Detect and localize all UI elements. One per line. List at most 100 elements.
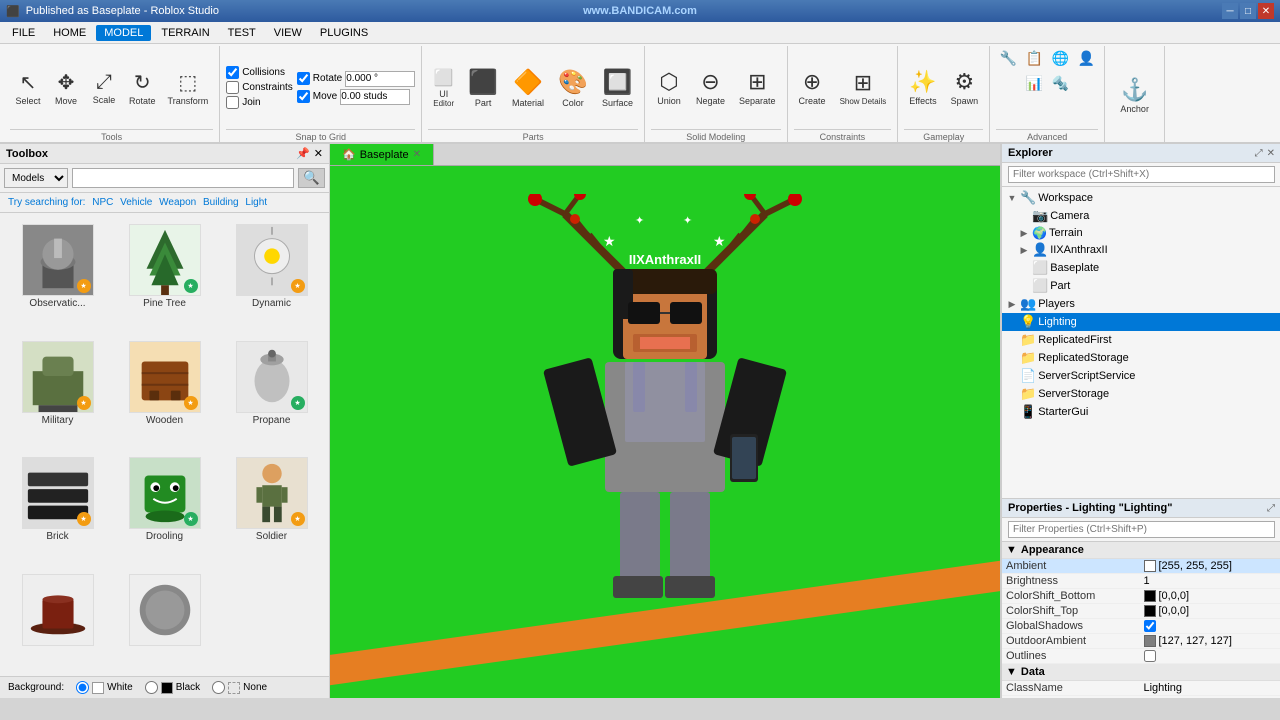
explorer-expand-button[interactable]: ⤢: [1255, 148, 1263, 159]
outlines-checkbox[interactable]: [1144, 650, 1156, 662]
menu-model[interactable]: MODEL: [96, 25, 151, 41]
prop-row-classname[interactable]: ClassName Lighting: [1002, 681, 1280, 696]
adv-btn-2[interactable]: 📋: [1022, 48, 1046, 69]
tree-item-part[interactable]: ⬜ Part: [1002, 277, 1280, 295]
suggestion-building[interactable]: Building: [203, 197, 239, 208]
bg-option-black[interactable]: Black: [145, 681, 200, 694]
toolbox-close-button[interactable]: ✕: [314, 147, 323, 160]
bg-option-white[interactable]: White: [76, 681, 133, 694]
adv-btn-5[interactable]: 📊: [1022, 73, 1046, 94]
tree-item-startergui[interactable]: 📱 StarterGui: [1002, 403, 1280, 421]
bg-option-none[interactable]: None: [212, 681, 267, 694]
tree-item-baseplate[interactable]: ⬜ Baseplate: [1002, 259, 1280, 277]
model-item-hat2[interactable]: [113, 569, 216, 671]
adv-btn-4[interactable]: 👤: [1074, 48, 1098, 69]
tree-item-replicatedstorage[interactable]: 📁 ReplicatedStorage: [1002, 349, 1280, 367]
menu-terrain[interactable]: TERRAIN: [153, 25, 217, 41]
toolbox-search-button[interactable]: 🔍: [298, 168, 325, 188]
tab-close-button[interactable]: ✕: [413, 149, 421, 160]
menu-home[interactable]: HOME: [45, 25, 94, 41]
rotate-tool-button[interactable]: ↻ Rotate: [124, 67, 161, 109]
suggestion-light[interactable]: Light: [245, 197, 267, 208]
move-tool-button[interactable]: ✥ Move: [48, 67, 84, 109]
prop-row-colorshift-bottom[interactable]: ColorShift_Bottom [0,0,0]: [1002, 589, 1280, 604]
model-item-wooden[interactable]: ★ Wooden: [113, 336, 216, 449]
spawn-button[interactable]: ⚙ Spawn: [946, 66, 984, 109]
toolbox-search-input[interactable]: [72, 168, 294, 188]
color-button[interactable]: 🎨 Color: [553, 65, 593, 111]
model-item-military[interactable]: ★ Military: [6, 336, 109, 449]
csb-swatch[interactable]: [1144, 590, 1156, 602]
model-item-observatory[interactable]: ★ Observatic...: [6, 219, 109, 332]
tree-item-serverscriptservice[interactable]: 📄 ServerScriptService: [1002, 367, 1280, 385]
bg-radio-white[interactable]: [76, 681, 89, 694]
suggestion-vehicle[interactable]: Vehicle: [120, 197, 152, 208]
tab-baseplate[interactable]: 🏠 Baseplate ✕: [330, 144, 434, 165]
move-snap-checkbox[interactable]: [297, 90, 310, 103]
menu-test[interactable]: TEST: [220, 25, 264, 41]
rotate-snap-input[interactable]: [345, 71, 415, 87]
minimize-button[interactable]: ─: [1222, 3, 1238, 19]
model-item-brick[interactable]: ★ Brick: [6, 452, 109, 565]
properties-expand-button[interactable]: ⤢: [1267, 503, 1275, 514]
ambient-swatch[interactable]: [1144, 560, 1156, 572]
model-item-dynamic[interactable]: ★ Dynamic: [220, 219, 323, 332]
rotate-snap-checkbox[interactable]: [297, 72, 310, 85]
create-button[interactable]: ⊕ Create: [794, 66, 831, 109]
close-button[interactable]: ✕: [1258, 3, 1274, 19]
tree-item-camera[interactable]: 📷 Camera: [1002, 207, 1280, 225]
model-item-hat1[interactable]: [6, 569, 109, 671]
join-checkbox[interactable]: [226, 96, 239, 109]
model-item-propane[interactable]: ★ Propane: [220, 336, 323, 449]
menu-view[interactable]: VIEW: [266, 25, 310, 41]
anchor-button[interactable]: ⚓ Anchor: [1115, 74, 1154, 117]
tree-item-replicatedfirst[interactable]: 📁 ReplicatedFirst: [1002, 331, 1280, 349]
oa-swatch[interactable]: [1144, 635, 1156, 647]
appearance-section-header[interactable]: ▼ Appearance: [1002, 542, 1280, 559]
prop-row-colorshift-top[interactable]: ColorShift_Top [0,0,0]: [1002, 604, 1280, 619]
properties-search-input[interactable]: [1008, 521, 1275, 538]
separate-button[interactable]: ⊞ Separate: [734, 66, 781, 109]
show-details-button[interactable]: ⊞ Show Details: [835, 67, 892, 109]
ui-editor-button[interactable]: ⬜ UI Editor: [428, 65, 459, 111]
tree-item-workspace[interactable]: ▼ 🔧 Workspace: [1002, 189, 1280, 207]
constraints-checkbox[interactable]: [226, 81, 239, 94]
effects-button[interactable]: ✨ Effects: [904, 66, 941, 109]
tree-item-serverstorage[interactable]: 📁 ServerStorage: [1002, 385, 1280, 403]
adv-btn-3[interactable]: 🌐: [1048, 48, 1072, 69]
transform-tool-button[interactable]: ⬚ Transform: [163, 67, 214, 109]
material-button[interactable]: 🔶 Material: [507, 65, 549, 111]
data-section-header[interactable]: ▼ Data: [1002, 664, 1280, 681]
explorer-search-input[interactable]: [1008, 166, 1275, 183]
part-button[interactable]: ⬛ Part: [463, 65, 503, 111]
explorer-close-button[interactable]: ✕: [1267, 148, 1275, 159]
surface-button[interactable]: 🔲 Surface: [597, 65, 638, 111]
prop-row-outdoorambient[interactable]: OutdoorAmbient [127, 127, 127]: [1002, 634, 1280, 649]
cst-swatch[interactable]: [1144, 605, 1156, 617]
tree-item-lighting[interactable]: 💡 Lighting: [1002, 313, 1280, 331]
model-item-pine-tree[interactable]: ★ Pine Tree: [113, 219, 216, 332]
select-tool-button[interactable]: ↖ Select: [10, 67, 46, 109]
prop-row-outlines[interactable]: Outlines: [1002, 649, 1280, 664]
scale-tool-button[interactable]: ⤢ Scale: [86, 68, 122, 108]
adv-btn-1[interactable]: 🔧: [996, 48, 1020, 69]
maximize-button[interactable]: □: [1240, 3, 1256, 19]
suggestion-weapon[interactable]: Weapon: [159, 197, 196, 208]
viewport[interactable]: 🏠 Baseplate ✕: [330, 144, 1000, 698]
prop-row-brightness[interactable]: Brightness 1: [1002, 574, 1280, 589]
bg-radio-black[interactable]: [145, 681, 158, 694]
adv-btn-6[interactable]: 🔩: [1048, 73, 1072, 94]
bg-radio-none[interactable]: [212, 681, 225, 694]
menu-file[interactable]: FILE: [4, 25, 43, 41]
tree-item-terrain[interactable]: ▶ 🌍 Terrain: [1002, 225, 1280, 241]
prop-row-ambient[interactable]: Ambient [255, 255, 255]: [1002, 559, 1280, 574]
menu-plugins[interactable]: PLUGINS: [312, 25, 376, 41]
model-item-drooling[interactable]: ★ Drooling: [113, 452, 216, 565]
tree-item-iixanthraxii[interactable]: ▶ 👤 IIXAnthraxII: [1002, 241, 1280, 259]
tree-item-players[interactable]: ▶ 👥 Players: [1002, 295, 1280, 313]
suggestion-npc[interactable]: NPC: [92, 197, 113, 208]
collisions-checkbox[interactable]: [226, 66, 239, 79]
move-snap-input[interactable]: [340, 89, 410, 105]
negate-button[interactable]: ⊖ Negate: [691, 66, 730, 109]
toolbox-category-select[interactable]: Models Decals Audio Meshes: [4, 168, 68, 188]
